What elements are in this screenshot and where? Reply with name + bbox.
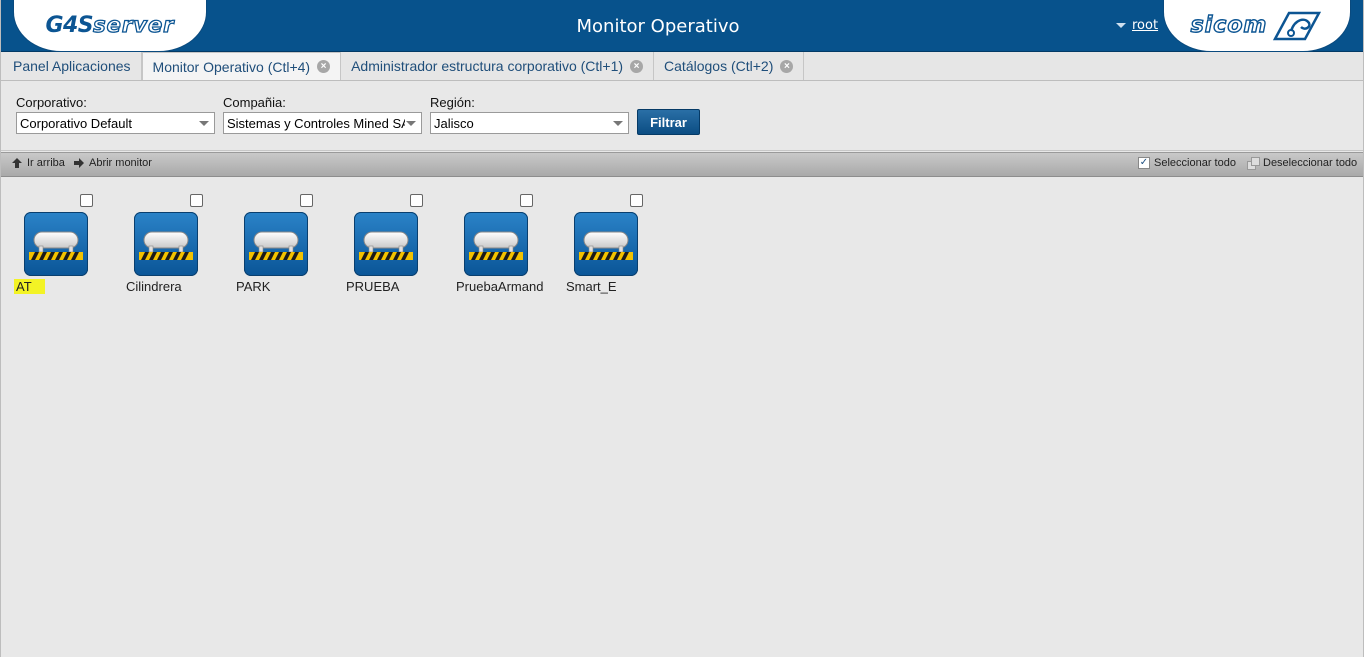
arrow-up-icon (12, 158, 22, 168)
sicom-logo: sicom (1163, 0, 1351, 52)
compania-field: Compañia: Sistemas y Controles Mined SA (223, 95, 422, 134)
tab-label: Monitor Operativo (Ctl+4) (152, 58, 311, 75)
tab-label: Administrador estructura corporativo (Ct… (351, 58, 624, 74)
open-monitor-label: Abrir monitor (89, 157, 152, 169)
user-link[interactable]: root (1132, 18, 1158, 33)
tank-icon[interactable] (574, 212, 638, 276)
logo-left-text: G4Sserver (45, 12, 175, 38)
chevron-down-icon (199, 121, 209, 126)
station-name[interactable]: Cilindrera (124, 279, 184, 294)
tank-graphic (359, 231, 413, 260)
user-menu[interactable]: root (1116, 18, 1158, 33)
tank-graphic (469, 231, 523, 260)
sicom-swirl-icon (1273, 11, 1322, 40)
tank-icon[interactable] (464, 212, 528, 276)
region-value: Jalisco (434, 115, 474, 131)
tank-icon[interactable] (244, 212, 308, 276)
compania-label: Compañia: (223, 95, 286, 110)
tab-monitor-operativo[interactable]: Monitor Operativo (Ctl+4) × (141, 52, 342, 80)
station-checkbox[interactable] (300, 194, 313, 207)
go-up-label: Ir arriba (27, 157, 65, 169)
filter-button[interactable]: Filtrar (637, 109, 700, 135)
corporativo-select[interactable]: Corporativo Default (16, 112, 215, 134)
arrow-right-icon (74, 158, 84, 168)
region-label: Región: (430, 95, 475, 110)
station-tile[interactable]: PARK (231, 178, 341, 298)
select-all-button[interactable]: ✓ Seleccionar todo (1138, 157, 1236, 169)
station-name[interactable]: Smart_E (564, 279, 619, 294)
station-grid: AT Cilindrera PARK PRUEBA PruebaArmand S… (1, 178, 1363, 657)
station-checkbox[interactable] (80, 194, 93, 207)
station-name[interactable]: PRUEBA (344, 279, 401, 294)
station-checkbox[interactable] (190, 194, 203, 207)
tab-panel-aplicaciones[interactable]: Panel Aplicaciones (3, 52, 142, 80)
tank-icon[interactable] (24, 212, 88, 276)
station-checkbox[interactable] (630, 194, 643, 207)
compania-select[interactable]: Sistemas y Controles Mined SA (223, 112, 422, 134)
app-header: G4Sserver Monitor Operativo root sicom (1, 0, 1363, 52)
region-field: Región: Jalisco (430, 95, 629, 134)
station-tile[interactable]: Cilindrera (121, 178, 231, 298)
action-toolbar: Ir arriba Abrir monitor ✓ Seleccionar to… (1, 152, 1363, 177)
filter-panel: Corporativo: Corporativo Default Compañi… (1, 81, 1363, 151)
station-tile[interactable]: PruebaArmand (451, 178, 561, 298)
tank-icon[interactable] (134, 212, 198, 276)
tank-graphic (139, 231, 193, 260)
corporativo-field: Corporativo: Corporativo Default (16, 95, 215, 134)
checkbox-checked-icon: ✓ (1138, 157, 1150, 169)
station-tile[interactable]: Smart_E (561, 178, 671, 298)
tank-icon[interactable] (354, 212, 418, 276)
station-name[interactable]: PruebaArmand (454, 279, 545, 294)
compania-value: Sistemas y Controles Mined SA (227, 115, 405, 131)
tank-graphic (579, 231, 633, 260)
select-all-label: Seleccionar todo (1154, 157, 1236, 169)
close-icon[interactable]: × (317, 60, 331, 73)
tank-graphic (249, 231, 303, 260)
close-icon[interactable]: × (630, 59, 644, 73)
tab-bar: Panel Aplicaciones Monitor Operativo (Ct… (1, 52, 1363, 81)
station-tile[interactable]: AT (11, 178, 121, 298)
region-select[interactable]: Jalisco (430, 112, 629, 134)
chevron-down-icon[interactable] (1116, 23, 1126, 28)
tab-label: Panel Aplicaciones (13, 58, 131, 74)
station-name[interactable]: AT (14, 279, 45, 294)
corporativo-value: Corporativo Default (20, 115, 132, 131)
station-checkbox[interactable] (520, 194, 533, 207)
go-up-button[interactable]: Ir arriba (11, 157, 65, 169)
open-monitor-button[interactable]: Abrir monitor (73, 157, 152, 169)
chevron-down-icon (406, 121, 416, 126)
chevron-down-icon (613, 121, 623, 126)
tank-graphic (29, 231, 83, 260)
tab-administrador-estructura[interactable]: Administrador estructura corporativo (Ct… (341, 52, 655, 80)
station-tile[interactable]: PRUEBA (341, 178, 451, 298)
g4s-server-logo: G4Sserver (13, 0, 207, 52)
tab-catalogos[interactable]: Catálogos (Ctl+2) × (654, 52, 805, 80)
deselect-all-button[interactable]: Deseleccionar todo (1247, 157, 1358, 170)
corporativo-label: Corporativo: (16, 95, 87, 110)
checkbox-unchecked-icon (1247, 157, 1260, 170)
logo-right-text: sicom (1190, 12, 1268, 38)
station-name[interactable]: PARK (234, 279, 272, 294)
tab-label: Catálogos (Ctl+2) (664, 58, 774, 74)
station-checkbox[interactable] (410, 194, 423, 207)
close-icon[interactable]: × (780, 59, 794, 73)
deselect-all-label: Deseleccionar todo (1263, 157, 1358, 169)
